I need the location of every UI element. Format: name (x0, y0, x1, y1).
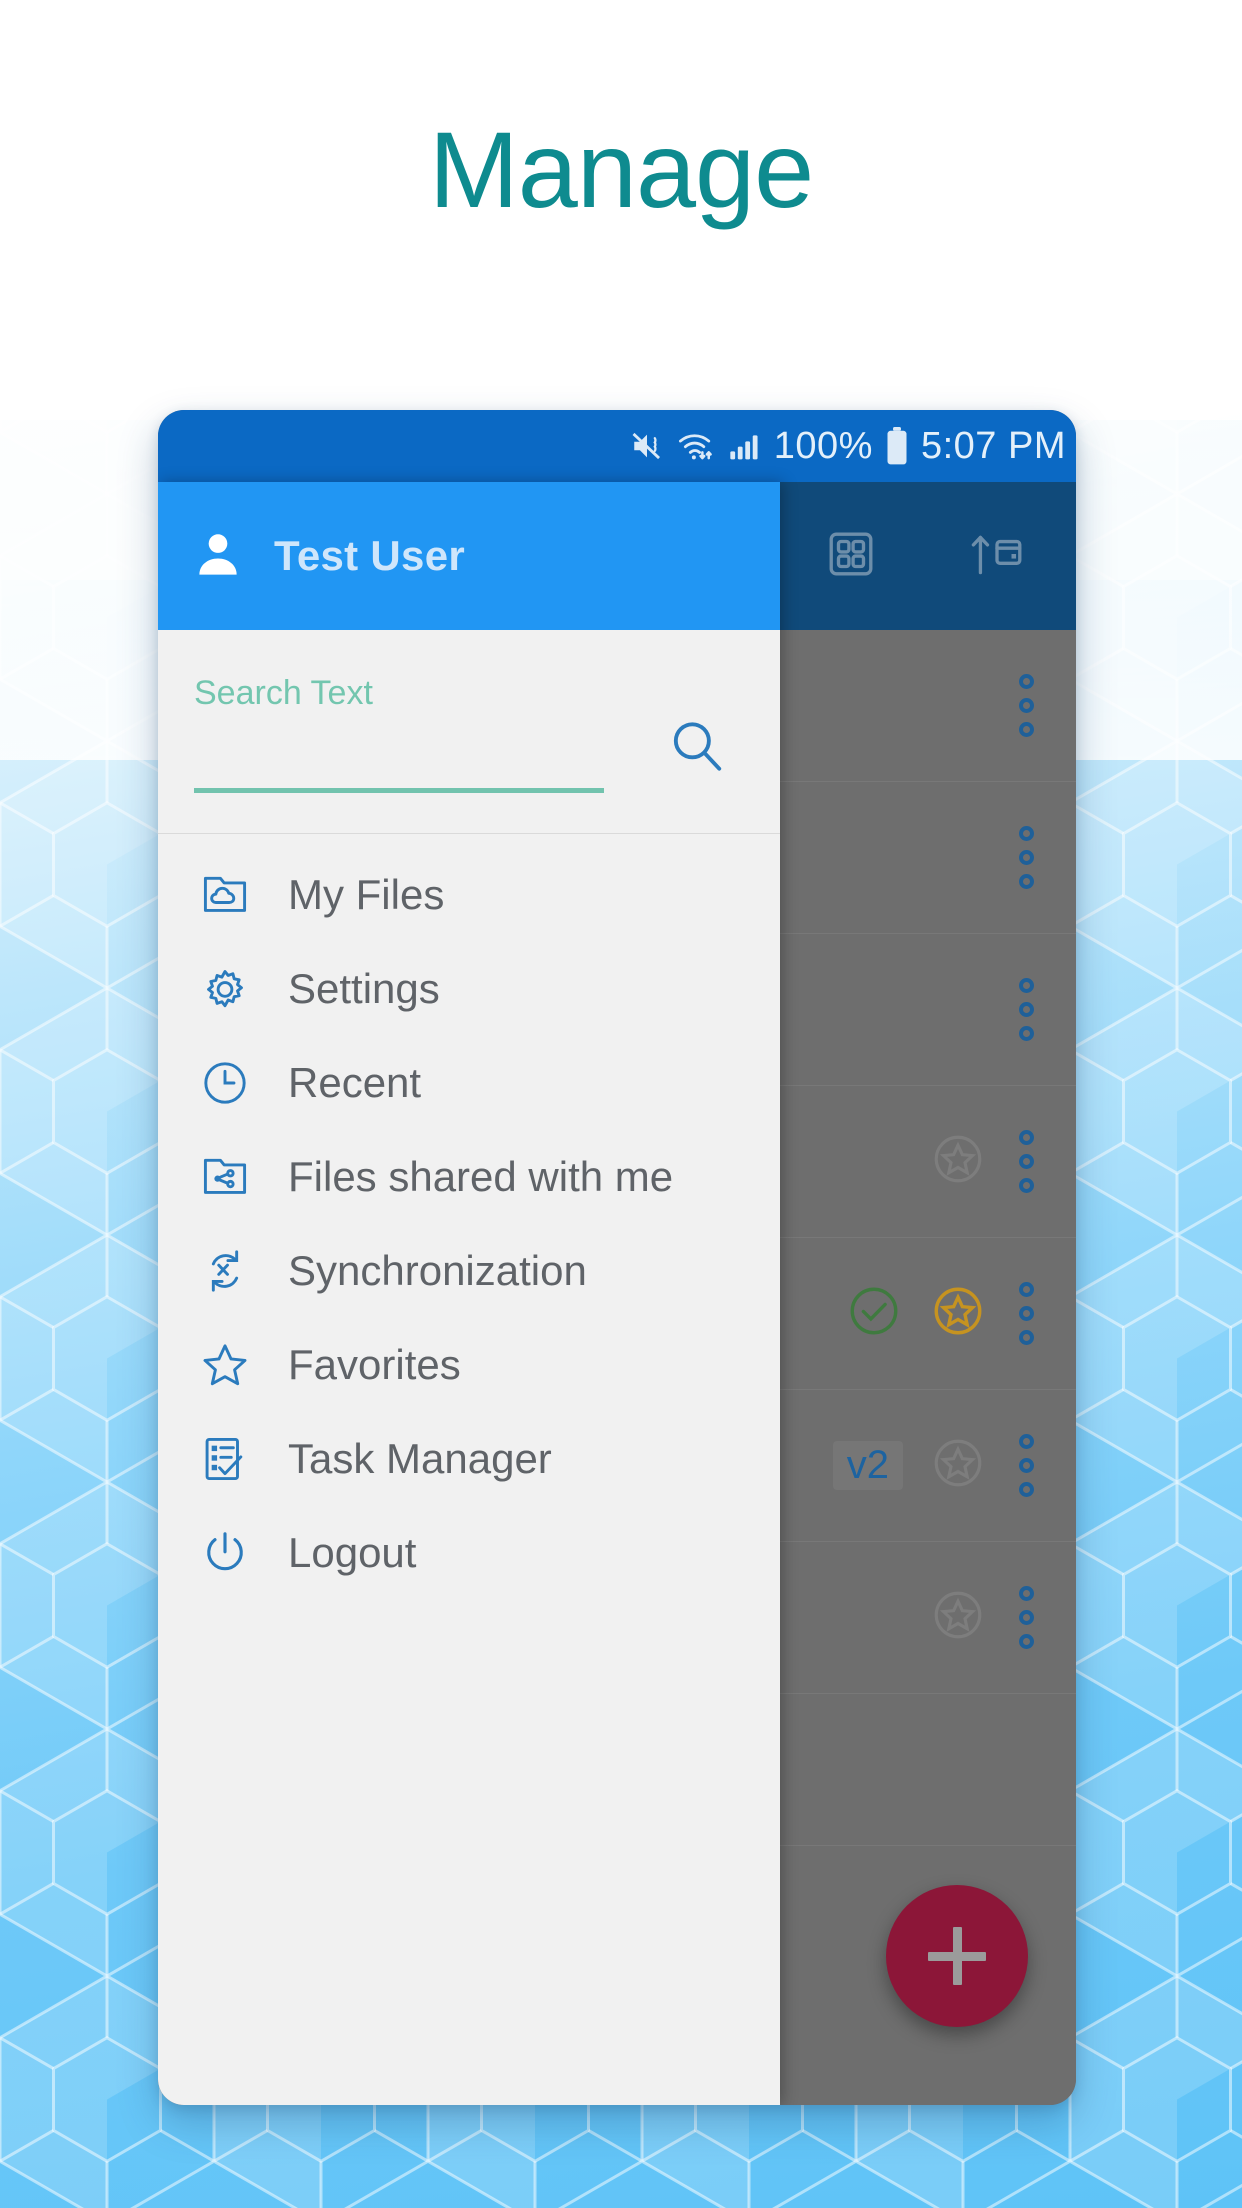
check-circle-icon[interactable] (845, 1282, 903, 1345)
page-title: Manage (428, 109, 814, 230)
sidebar-item-my-files[interactable]: My Files (158, 848, 780, 942)
more-vert-icon[interactable] (1013, 674, 1040, 737)
drawer-menu: My Files Settings Recent Files shared wi… (158, 834, 780, 1600)
folder-cloud-icon (200, 870, 250, 920)
battery-percent: 100% (773, 424, 873, 467)
sync-icon (200, 1246, 250, 1296)
star-circle-filled-icon[interactable] (929, 1282, 987, 1345)
phone-mockup: 100% 5:07 PM v2 Test User Search Text My… (158, 410, 1076, 2105)
sidebar-item-logout[interactable]: Logout (158, 1506, 780, 1600)
search-input[interactable]: Search Text (194, 674, 373, 713)
sort-by-date-icon[interactable] (968, 529, 1026, 584)
drawer-user-name: Test User (274, 532, 466, 579)
sidebar-item-label: Settings (288, 965, 440, 1012)
wifi-icon (677, 429, 715, 463)
sidebar-item-label: Synchronization (288, 1247, 587, 1294)
status-bar-icons (630, 429, 762, 463)
search-section: Search Text (158, 630, 780, 834)
sidebar-item-label: Favorites (288, 1341, 461, 1388)
navigation-drawer: Test User Search Text My Files Settings … (158, 482, 780, 2105)
drawer-header[interactable]: Test User (158, 482, 780, 630)
more-vert-icon[interactable] (1013, 1434, 1040, 1497)
sidebar-item-label: Logout (288, 1529, 417, 1576)
checklist-icon (200, 1434, 250, 1484)
more-vert-icon[interactable] (1013, 1282, 1040, 1345)
gear-icon (200, 964, 250, 1014)
plus-icon (928, 1927, 986, 1985)
star-circle-icon[interactable] (929, 1586, 987, 1649)
search-underline (194, 788, 604, 793)
sidebar-item-label: Task Manager (288, 1435, 552, 1482)
search-icon[interactable] (666, 716, 728, 783)
more-vert-icon[interactable] (1013, 1130, 1040, 1193)
more-vert-icon[interactable] (1013, 826, 1040, 889)
clock-icon (200, 1058, 250, 1108)
sidebar-item-recent[interactable]: Recent (158, 1036, 780, 1130)
clock-time: 5:07 PM (920, 424, 1066, 467)
folder-share-icon (200, 1152, 250, 1202)
star-circle-icon[interactable] (929, 1130, 987, 1193)
sidebar-item-synchronization[interactable]: Synchronization (158, 1224, 780, 1318)
star-icon (200, 1340, 250, 1390)
signal-icon (728, 430, 762, 462)
person-icon (192, 528, 244, 585)
status-bar: 100% 5:07 PM (158, 410, 1076, 482)
sidebar-item-settings[interactable]: Settings (158, 942, 780, 1036)
more-vert-icon[interactable] (1013, 978, 1040, 1041)
grid-view-icon[interactable] (826, 529, 876, 584)
sidebar-item-label: Recent (288, 1059, 422, 1106)
power-icon (200, 1528, 250, 1578)
sidebar-item-label: My Files (288, 871, 445, 918)
add-button[interactable] (886, 1885, 1028, 2027)
battery-full-icon (885, 427, 909, 465)
more-vert-icon[interactable] (1013, 1586, 1040, 1649)
sidebar-item-files-shared-with-me[interactable]: Files shared with me (158, 1130, 780, 1224)
star-circle-icon[interactable] (929, 1434, 987, 1497)
version-badge[interactable]: v2 (832, 1441, 903, 1490)
mute-icon (630, 429, 664, 463)
sidebar-item-task-manager[interactable]: Task Manager (158, 1412, 780, 1506)
sidebar-item-label: Files shared with me (288, 1153, 674, 1200)
sidebar-item-favorites[interactable]: Favorites (158, 1318, 780, 1412)
